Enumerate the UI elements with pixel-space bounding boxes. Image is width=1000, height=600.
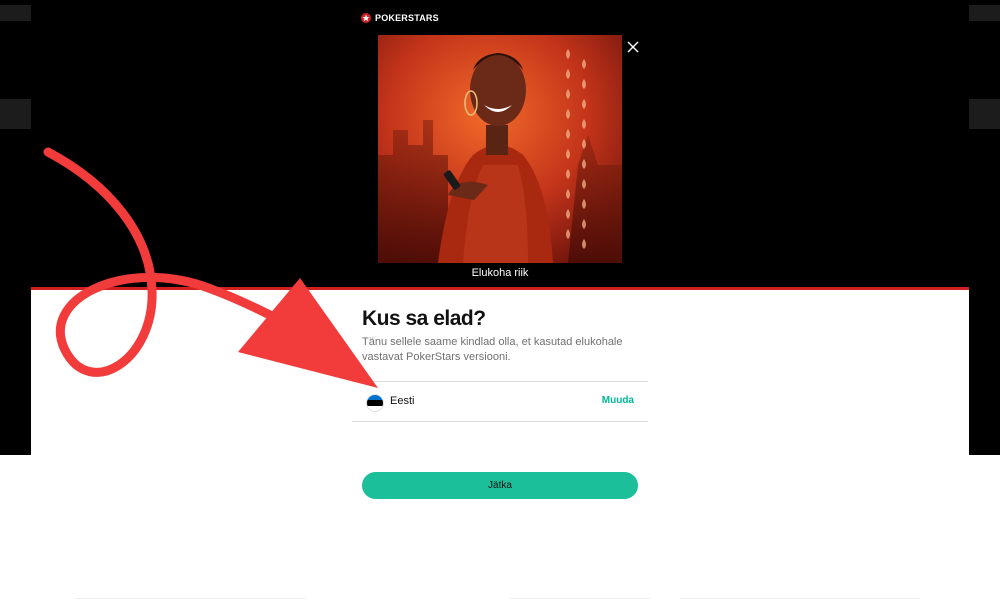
country-row: Eesti Muuda (352, 381, 648, 422)
bg-panel (0, 5, 31, 21)
bg-panel (969, 5, 1000, 21)
continue-button[interactable]: Jätka (362, 472, 638, 499)
country-name: Eesti (390, 395, 415, 407)
bg-panel (0, 99, 31, 129)
change-country-link[interactable]: Muuda (602, 395, 634, 406)
hero-image (378, 35, 622, 263)
hero-caption: Elukoha riik (471, 267, 529, 279)
location-modal (31, 287, 969, 458)
divider (680, 598, 920, 599)
logo-text: POKERSTARS (375, 13, 439, 23)
close-icon[interactable] (626, 40, 640, 54)
modal-description: Tänu sellele saame kindlad olla, et kasu… (362, 336, 623, 363)
pokerstars-logo[interactable]: POKERSTARS (361, 11, 439, 25)
modal-title: Kus sa elad? (362, 307, 486, 330)
bg-panel (969, 99, 1000, 129)
divider (510, 598, 650, 599)
divider (75, 598, 305, 599)
estonia-flag-icon (366, 394, 384, 412)
star-icon (361, 13, 371, 23)
